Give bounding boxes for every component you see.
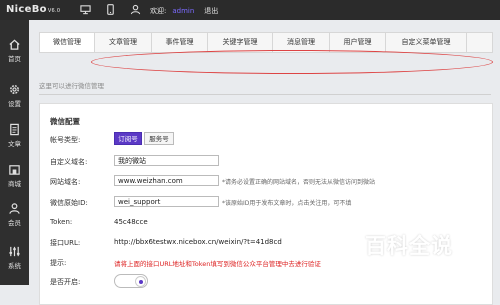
sidebar-item-label: 系统 [8, 262, 21, 270]
tab-custom-menu-manage[interactable]: 自定义菜单管理 [386, 33, 467, 52]
store-icon [9, 165, 20, 175]
original-id-input[interactable]: wei_support [114, 196, 219, 207]
custom-domain-label: 自定义域名: [50, 158, 88, 166]
original-id-label: 微信原始ID: [50, 199, 88, 207]
enabled-toggle[interactable] [114, 274, 148, 288]
sidebar-item-members[interactable]: 会员 [0, 202, 29, 227]
sidebar-item-articles[interactable]: 文章 [0, 123, 29, 148]
enabled-label: 是否开启: [50, 278, 81, 286]
page-hint: 这里可以进行微信管理 [39, 82, 104, 90]
site-domain-label: 网站域名: [50, 178, 81, 186]
annotation-ellipse [91, 50, 493, 74]
tab-article-manage[interactable]: 文章管理 [95, 33, 152, 52]
account-type-label: 帐号类型: [50, 136, 81, 144]
document-icon [10, 123, 19, 136]
site-domain-note: *请务必设置正确的网站域名，否则无法从微信访问到微站 [222, 179, 376, 186]
subscribe-account-button[interactable]: 订阅号 [114, 132, 142, 145]
sidebar-item-settings[interactable]: 设置 [0, 83, 29, 108]
top-bar: NiceBoV6.0 欢迎: admin 退出 [0, 0, 500, 20]
token-label: Token: [50, 218, 73, 226]
notice-label: 提示: [50, 259, 67, 267]
tab-wechat-manage[interactable]: 微信管理 [40, 33, 95, 52]
app-logo-text: NiceBo [6, 4, 47, 15]
top-icons [80, 4, 153, 17]
sidebar-item-label: 文章 [8, 140, 21, 148]
watermark-title: 百科全说 [365, 234, 453, 258]
notice-text: 请将上面的接口URL地址和Token填写到微信公众平台管理中去进行验证 [114, 260, 321, 268]
app-version: V6.0 [47, 8, 61, 14]
user-icon[interactable] [130, 4, 141, 17]
welcome-text: 欢迎: [150, 7, 167, 15]
toggle-knob [135, 276, 146, 287]
sidebar: 首页 设置 文章 商城 会员 系统 [0, 20, 29, 285]
watermark: 百科全说 助你轻松解决 [365, 230, 500, 277]
section-title: 微信配置 [50, 117, 80, 126]
app-logo[interactable]: NiceBoV6.0 [6, 4, 60, 15]
token-value: 45c48cce [114, 218, 148, 226]
sliders-icon [9, 246, 20, 257]
tab-event-manage[interactable]: 事件管理 [152, 33, 208, 52]
custom-domain-input[interactable]: 我的微站 [114, 155, 219, 166]
sidebar-item-label: 设置 [8, 100, 21, 108]
tab-user-manage[interactable]: 用户管理 [330, 33, 386, 52]
sidebar-item-label: 商城 [8, 180, 21, 188]
watermark-subtitle: 助你轻松解决 [375, 262, 454, 276]
main-content: 微信管理 文章管理 事件管理 关键字管理 消息管理 用户管理 自定义菜单管理 这… [29, 20, 500, 305]
site-domain-input[interactable]: www.weizhan.com [114, 175, 219, 186]
mobile-icon[interactable] [105, 4, 116, 17]
username-link[interactable]: admin [172, 7, 194, 15]
home-icon [9, 39, 20, 50]
sidebar-item-home[interactable]: 首页 [0, 38, 29, 63]
welcome-area: 欢迎: admin 退出 [150, 6, 218, 16]
sidebar-item-label: 首页 [8, 55, 21, 63]
original-id-note: *该原始ID用于发布文章时，点击关注用，可不填 [222, 200, 352, 207]
members-icon [9, 203, 20, 214]
gear-icon [10, 85, 19, 94]
sidebar-item-label: 会员 [8, 219, 21, 227]
service-account-button[interactable]: 服务号 [144, 132, 174, 145]
monitor-icon[interactable] [80, 4, 91, 17]
sidebar-item-system[interactable]: 系统 [0, 245, 29, 270]
divider [39, 94, 491, 95]
logout-link[interactable]: 退出 [204, 7, 218, 15]
api-url-label: 接口URL: [50, 239, 81, 247]
api-url-value: http://bbx6testwx.nicebox.cn/weixin/?t=4… [114, 238, 282, 246]
sidebar-item-shop[interactable]: 商城 [0, 163, 29, 188]
